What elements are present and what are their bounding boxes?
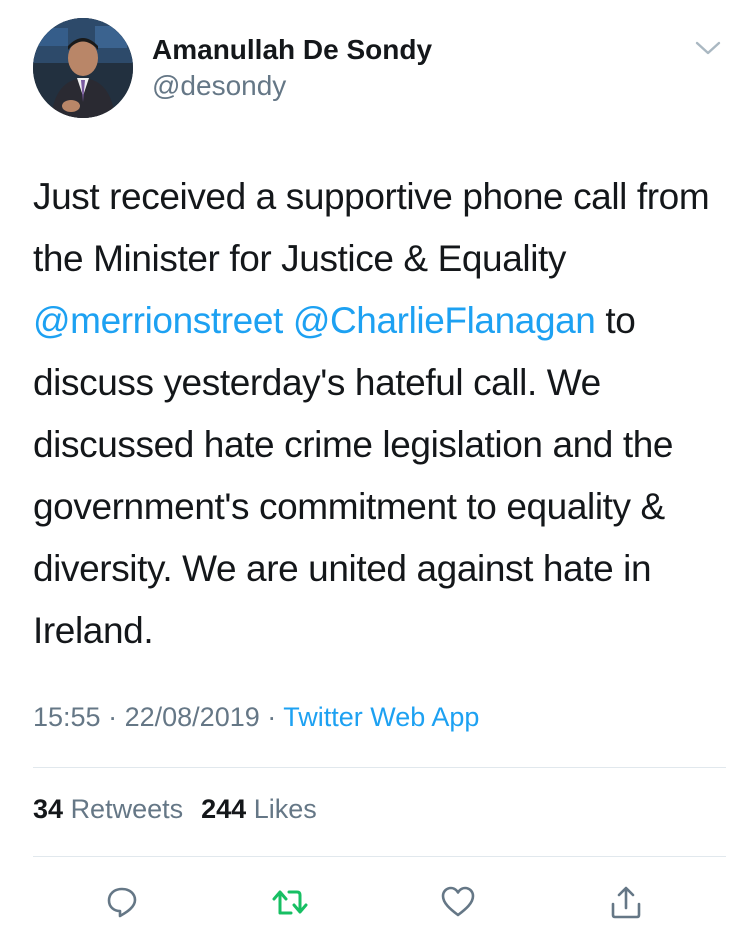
tweet-text: Just received a supportive phone call fr… <box>33 166 733 662</box>
likes-stat[interactable]: 244 Likes <box>201 794 317 824</box>
heart-icon <box>441 886 475 917</box>
engagement-stats: 34 Retweets 244 Likes <box>33 794 317 825</box>
meta-separator: · <box>108 702 118 732</box>
retweet-icon <box>272 890 308 915</box>
tweet-time[interactable]: 15:55 <box>33 702 101 732</box>
retweet-button[interactable] <box>268 880 312 924</box>
tweet-source-link[interactable]: Twitter Web App <box>283 702 479 732</box>
reply-icon <box>107 887 137 918</box>
likes-count: 244 <box>201 794 247 824</box>
mention-link[interactable]: @CharlieFlanagan <box>293 300 596 341</box>
divider <box>33 767 726 768</box>
mention-link[interactable]: @merrionstreet <box>33 300 283 341</box>
tweet-detail: Amanullah De Sondy @desondy Just receive… <box>0 0 750 941</box>
tweet-text-before: Just received a supportive phone call fr… <box>33 176 710 279</box>
tweet-text-after: to discuss yesterday's hateful call. We … <box>33 300 674 651</box>
avatar-photo <box>33 18 133 118</box>
avatar[interactable] <box>33 18 133 118</box>
tweet-meta: 15:55 · 22/08/2019 · Twitter Web App <box>33 702 479 733</box>
author-handle[interactable]: @desondy <box>152 70 286 102</box>
tweet-date[interactable]: 22/08/2019 <box>125 702 260 732</box>
likes-label: Likes <box>253 794 317 824</box>
like-button[interactable] <box>436 880 480 924</box>
chevron-down-icon[interactable] <box>694 38 722 58</box>
share-icon <box>611 886 641 919</box>
share-button[interactable] <box>604 880 648 924</box>
retweets-label: Retweets <box>70 794 184 824</box>
retweets-stat[interactable]: 34 Retweets <box>33 794 183 824</box>
meta-separator: · <box>267 702 277 732</box>
retweets-count: 34 <box>33 794 64 824</box>
reply-button[interactable] <box>100 880 144 924</box>
author-display-name[interactable]: Amanullah De Sondy <box>152 34 432 66</box>
divider <box>33 856 726 857</box>
